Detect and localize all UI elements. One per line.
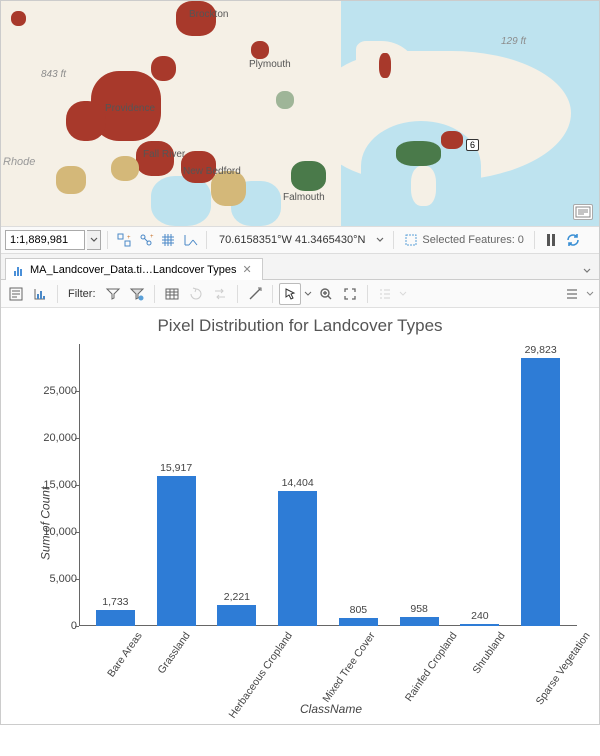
bar-rect[interactable] [521, 358, 560, 626]
bar[interactable]: 29,823 [510, 344, 571, 626]
selected-features-label: Selected Features: 0 [422, 234, 524, 246]
menu-dropdown[interactable] [585, 283, 595, 305]
filter-selection-button[interactable] [126, 283, 148, 305]
x-axis-label: ClassName [300, 702, 362, 716]
constraints-icon[interactable]: + [114, 230, 134, 250]
map-status-bar: 1:1,889,981 + + 70.6158351°W 41.3465430°… [1, 226, 599, 254]
bar-value-label: 29,823 [525, 344, 557, 356]
city-label-newbedford: New Bedford [183, 166, 241, 177]
full-extent-button[interactable] [339, 283, 361, 305]
chart-title: Pixel Distribution for Landcover Types [11, 316, 589, 336]
coords-dropdown[interactable] [373, 230, 387, 250]
y-tick-label: 0 [37, 620, 77, 632]
table-button[interactable] [161, 283, 183, 305]
map-view[interactable]: Brockton Plymouth Providence Fall River … [1, 1, 599, 226]
city-label-providence: Providence [105, 103, 155, 114]
legend-button[interactable] [374, 283, 396, 305]
chart-tab-label: MA_Landcover_Data.ti…Landcover Types [30, 264, 236, 276]
properties-button[interactable] [5, 283, 27, 305]
selection-tool-dropdown[interactable] [303, 283, 313, 305]
bar-rect[interactable] [96, 610, 135, 626]
bar[interactable]: 1,733 [85, 344, 146, 626]
zoom-tool-button[interactable] [315, 283, 337, 305]
bar-value-label: 2,221 [224, 591, 250, 603]
bar-value-label: 14,404 [282, 477, 314, 489]
grid-icon[interactable] [158, 230, 178, 250]
elevation-right: 129 ft [501, 36, 526, 47]
scale-dropdown[interactable] [87, 230, 101, 250]
scale-input[interactable]: 1:1,889,981 [5, 230, 85, 250]
clear-selection-button[interactable] [244, 283, 266, 305]
y-tick-label: 5,000 [37, 573, 77, 585]
selection-tool-button[interactable] [279, 283, 301, 305]
chart-panel: Pixel Distribution for Landcover Types S… [1, 308, 599, 724]
bar-value-label: 958 [410, 603, 428, 615]
city-label-brockton: Brockton [189, 9, 228, 20]
chart-plot[interactable]: Sum of Count 0 5,000 10,000 15,000 20,000 25,… [11, 344, 589, 714]
menu-button[interactable] [561, 283, 583, 305]
rotate-button[interactable] [185, 283, 207, 305]
bar-value-label: 15,917 [160, 462, 192, 474]
chart-tab[interactable]: MA_Landcover_Data.ti…Landcover Types ✕ [5, 258, 263, 280]
bar-value-label: 805 [350, 604, 368, 616]
correction-icon[interactable] [180, 230, 200, 250]
bar[interactable]: 2,221 [207, 344, 268, 626]
bar-rect[interactable] [278, 491, 317, 626]
chart-toolbar: Filter: [1, 280, 599, 308]
chart-tab-bar: MA_Landcover_Data.ti…Landcover Types ✕ [1, 254, 599, 280]
coordinates-display: 70.6158351°W 41.3465430°N [213, 234, 371, 246]
y-axis-label: Sum of Count [39, 487, 53, 560]
bar-value-label: 240 [471, 610, 489, 622]
y-tick-label: 10,000 [37, 526, 77, 538]
city-label-plymouth: Plymouth [249, 59, 291, 70]
city-label-fallriver: Fall River [143, 149, 185, 160]
snapping-icon[interactable]: + [136, 230, 156, 250]
bar-rect[interactable] [157, 476, 196, 626]
y-tick-label: 25,000 [37, 385, 77, 397]
bar-rect[interactable] [339, 618, 378, 626]
bar-chart-icon [14, 264, 26, 276]
bar-rect[interactable] [400, 617, 439, 626]
bar-value-label: 1,733 [102, 596, 128, 608]
road-shield: 6 [466, 139, 479, 151]
close-icon[interactable]: ✕ [240, 263, 253, 276]
filter-label: Filter: [64, 288, 100, 300]
selected-features-icon [404, 233, 418, 247]
bar[interactable]: 240 [450, 344, 511, 626]
tab-overflow-button[interactable] [579, 263, 595, 279]
bar[interactable]: 15,917 [146, 344, 207, 626]
elevation-left: 843 ft [41, 69, 66, 80]
refresh-button[interactable] [563, 230, 583, 250]
legend-dropdown[interactable] [398, 283, 408, 305]
bar[interactable]: 14,404 [267, 344, 328, 626]
bar[interactable]: 805 [328, 344, 389, 626]
bar-rect[interactable] [217, 605, 256, 626]
pause-draw-button[interactable] [541, 230, 561, 250]
state-label: Rhode [3, 156, 35, 168]
y-tick-label: 20,000 [37, 432, 77, 444]
filter-extent-button[interactable] [102, 283, 124, 305]
city-label-falmouth: Falmouth [283, 192, 325, 203]
y-tick-label: 15,000 [37, 479, 77, 491]
svg-text:+: + [127, 235, 131, 241]
swap-button[interactable] [209, 283, 231, 305]
x-category-label: Sparse Vegetation [534, 630, 600, 743]
svg-text:+: + [150, 234, 154, 240]
map-context-button[interactable] [573, 204, 593, 220]
bar[interactable]: 958 [389, 344, 450, 626]
axes-button[interactable] [29, 283, 51, 305]
